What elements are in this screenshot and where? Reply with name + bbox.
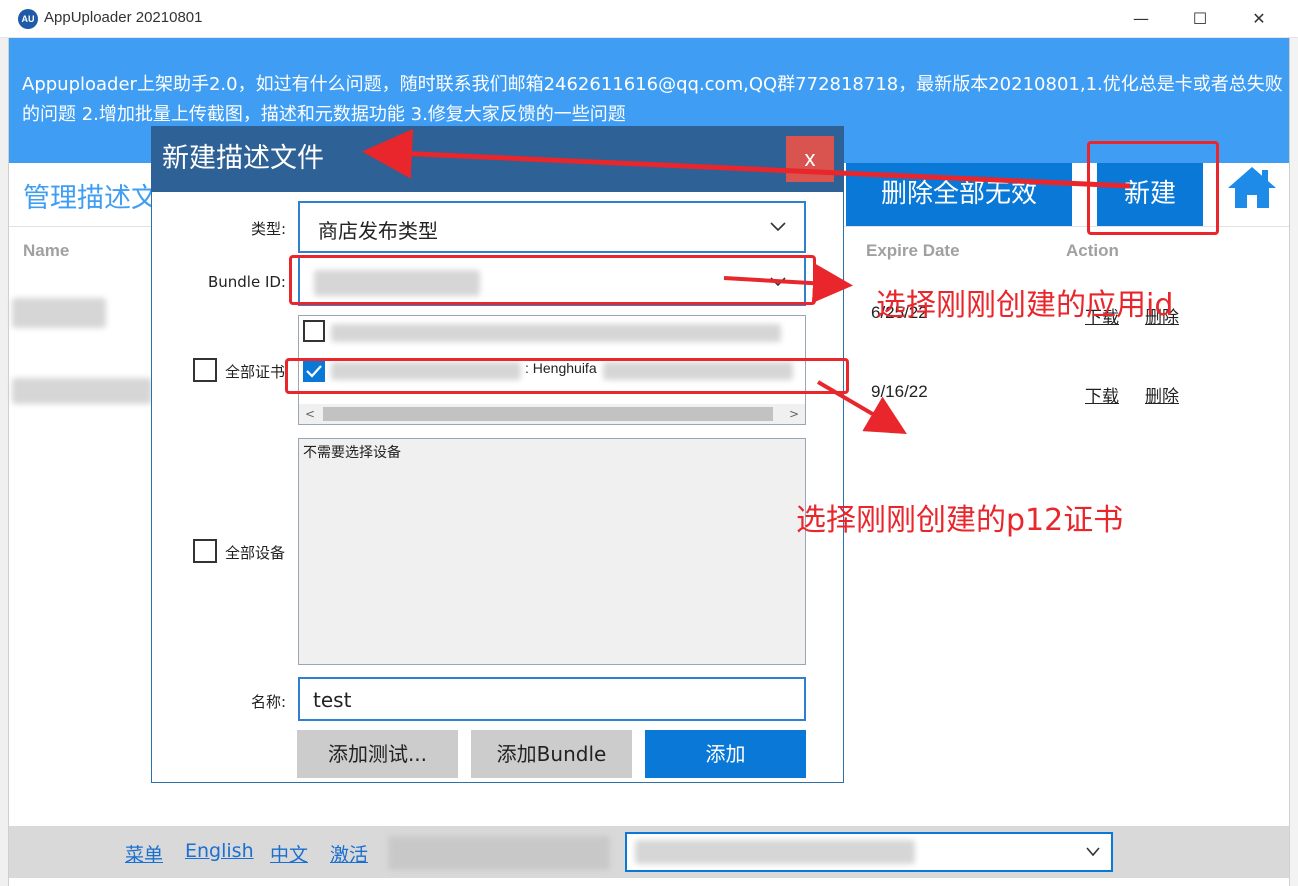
- annotation-select-app-id: 选择刚刚创建的应用id: [876, 288, 1174, 323]
- arrow-to-dialog-title: [362, 128, 1131, 189]
- arrow-to-certificate-annotation: [816, 380, 907, 435]
- annotation-arrows: [362, 128, 1131, 435]
- arrow-to-bundle-annotation: [723, 263, 853, 304]
- annotation-select-p12: 选择刚刚创建的p12证书: [796, 503, 1124, 538]
